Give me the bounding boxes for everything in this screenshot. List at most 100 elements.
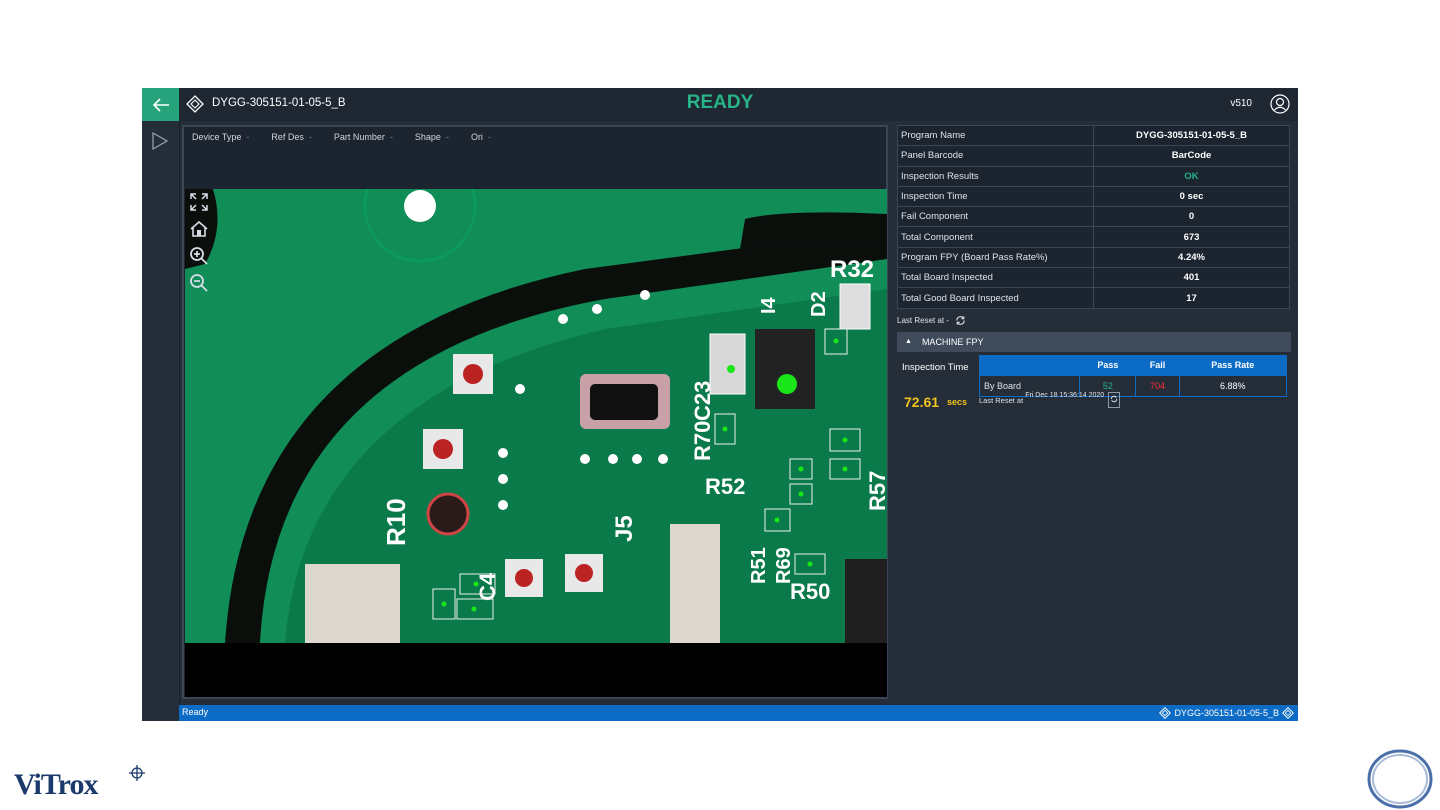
refresh-icon <box>1111 395 1118 402</box>
diamond-icon <box>1159 707 1172 719</box>
caret-icon: - <box>445 132 449 142</box>
filter-part-number[interactable]: Part Number - <box>334 132 393 142</box>
app-window: DYGG-305151-01-05-5_B READY v510 Device … <box>142 88 1298 721</box>
svg-text:C23: C23 <box>690 381 715 421</box>
expand-icon[interactable] <box>188 191 210 213</box>
inspection-result-value: OK <box>1093 165 1290 187</box>
svg-text:R32: R32 <box>830 256 874 283</box>
filter-label: Ori <box>470 132 483 142</box>
row-label: Fail Component <box>897 206 1094 228</box>
version-label: v510 <box>1230 98 1252 109</box>
row-label: Total Board Inspected <box>897 267 1094 289</box>
column-header: Pass <box>1079 354 1137 376</box>
arrow-left-icon <box>152 97 169 112</box>
status-bar: Ready DYGG-305151-01-05-5_B <box>179 705 1298 721</box>
fpy-table: Pass Fail Pass Rate By Board 52 704 6.88… <box>978 354 1288 397</box>
filter-label: Part Number <box>333 132 385 142</box>
circle-icon <box>1367 749 1433 809</box>
row-label: Inspection Time <box>897 185 1094 208</box>
row-value: 401 <box>1093 267 1290 289</box>
home-icon[interactable] <box>188 218 210 240</box>
row-value: 673 <box>1093 226 1290 248</box>
inspection-time-label: Inspection Time <box>902 361 969 373</box>
row-label: Program FPY (Board Pass Rate%) <box>897 246 1094 269</box>
row-label: Total Component <box>897 226 1094 248</box>
caret-icon: - <box>487 132 491 142</box>
fpy-last-reset: Last Reset at Fri Dec 18 15:36:14 2020 <box>979 391 1121 408</box>
collapse-icon: ▲ <box>905 338 912 346</box>
back-button[interactable] <box>142 88 179 121</box>
last-reset-label: Last Reset at <box>979 395 1024 405</box>
caret-icon: - <box>389 132 393 142</box>
status-program: DYGG-305151-01-05-5_B <box>1159 707 1294 719</box>
row-value: DYGG-305151-01-05-5_B <box>1093 124 1290 147</box>
row-label: Total Good Board Inspected <box>897 287 1094 309</box>
fail-count: 704 <box>1135 374 1180 397</box>
left-sidebar <box>142 121 180 721</box>
viewer-toolbar <box>188 191 214 299</box>
svg-text:R70: R70 <box>690 421 715 461</box>
svg-text:C4: C4 <box>475 572 500 601</box>
last-reset-date: Fri Dec 18 15:36:14 2020 <box>1025 391 1105 399</box>
svg-text:R69: R69 <box>773 547 795 584</box>
svg-text:I4: I4 <box>758 296 780 314</box>
svg-text:R10: R10 <box>381 498 411 546</box>
row-label: Inspection Results <box>897 165 1094 187</box>
refresh-button[interactable] <box>1108 391 1121 408</box>
machine-fpy-header[interactable]: ▲ MACHINE FPY <box>897 331 1291 352</box>
pcb-image[interactable]: R32 R10 J5 C4 C23 R70 R52 R50 R57 R51 R6… <box>185 189 887 643</box>
inspection-time-value: 72.61 <box>904 393 940 410</box>
image-viewer[interactable]: Device Type - Ref Des - Part Number - Shape… <box>182 125 888 699</box>
svg-text:J5: J5 <box>611 515 638 542</box>
column-header <box>978 354 1081 376</box>
row-value: 4.24% <box>1093 246 1290 269</box>
svg-text:R52: R52 <box>705 474 745 499</box>
play-icon[interactable] <box>150 131 170 151</box>
filter-ref-des[interactable]: Ref Des - <box>271 132 312 142</box>
pass-rate: 6.88% <box>1178 374 1288 397</box>
filter-device-type[interactable]: Device Type - <box>192 132 249 142</box>
filter-label: Ref Des <box>271 132 304 142</box>
table-row: Total Board Inspected 401 <box>897 267 1290 289</box>
table-row: Program FPY (Board Pass Rate%) 4.24% <box>897 246 1290 269</box>
caret-icon: - <box>308 132 312 142</box>
row-label: Panel Barcode <box>897 145 1094 167</box>
logo-mark-icon <box>129 765 145 781</box>
column-header: Fail <box>1135 354 1180 376</box>
filter-shape[interactable]: Shape - <box>415 132 449 142</box>
viewer-empty-area <box>185 643 887 697</box>
user-icon[interactable] <box>1270 94 1290 114</box>
filter-ori[interactable]: Ori - <box>471 132 491 142</box>
table-header-row: Pass Fail Pass Rate <box>978 354 1288 376</box>
caret-icon: - <box>246 132 250 142</box>
last-reset-label: Last Reset at - <box>897 315 950 325</box>
filter-bar: Device Type - Ref Des - Part Number - Shape… <box>192 132 513 142</box>
table-row: Total Good Board Inspected 17 <box>897 287 1290 309</box>
inspection-time-unit: secs <box>947 396 968 407</box>
row-value: 17 <box>1093 287 1290 309</box>
svg-text:R57: R57 <box>865 471 887 511</box>
table-row: Panel Barcode BarCode <box>897 145 1290 167</box>
right-panel: Program Name DYGG-305151-01-05-5_B Panel … <box>897 124 1291 432</box>
top-bar: DYGG-305151-01-05-5_B READY v510 <box>142 88 1298 121</box>
status-text: Ready <box>182 707 209 717</box>
svg-text:R50: R50 <box>790 579 830 604</box>
row-label: Program Name <box>897 124 1094 147</box>
table-row: Inspection Time 0 sec <box>897 185 1290 208</box>
row-value: BarCode <box>1093 145 1290 167</box>
zoom-in-icon[interactable] <box>188 245 210 267</box>
svg-text:D2: D2 <box>808 291 830 317</box>
table-row: Fail Component 0 <box>897 206 1290 228</box>
last-reset: Last Reset at - <box>897 315 1291 326</box>
filter-label: Device Type <box>192 132 242 142</box>
table-row: Inspection Results OK <box>897 165 1290 187</box>
machine-fpy-panel: Inspection Time 72.61 secs Pass Fail Pas… <box>897 352 1291 432</box>
program-title: DYGG-305151-01-05-5_B <box>212 97 346 109</box>
column-header: Pass Rate <box>1178 354 1288 376</box>
vitrox-logo: ViTrox <box>14 768 98 801</box>
filter-label: Shape <box>414 132 441 142</box>
zoom-out-icon[interactable] <box>188 272 210 294</box>
table-row: Total Component 673 <box>897 226 1290 248</box>
diamond-icon <box>186 95 204 113</box>
refresh-icon[interactable] <box>955 315 966 326</box>
